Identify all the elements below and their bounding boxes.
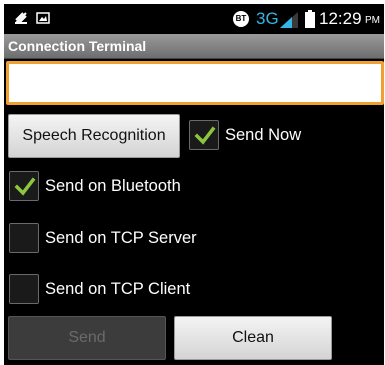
send-now-checkbox[interactable]: [189, 120, 219, 150]
send-on-tcp-client-checkbox[interactable]: [9, 274, 39, 304]
send-button[interactable]: Send: [8, 316, 166, 360]
send-on-tcp-client-label: Send on TCP Client: [45, 280, 191, 298]
bt-icon: BT: [233, 11, 249, 27]
network-type: 3G: [256, 9, 279, 28]
phone-screen: BT 3G 12:29 PM Connection Terminal Speec…: [4, 4, 384, 365]
signal-icon: [280, 12, 298, 33]
speech-recognition-button[interactable]: Speech Recognition: [8, 114, 180, 158]
send-on-tcp-server-label: Send on TCP Server: [45, 229, 197, 247]
checkmark-icon: [194, 126, 216, 145]
battery-icon: [305, 10, 315, 33]
message-input[interactable]: [6, 61, 384, 105]
title-bar: Connection Terminal: [4, 34, 384, 59]
checkmark-icon: [14, 177, 36, 196]
status-bar: BT 3G 12:29 PM: [4, 4, 384, 34]
app-title: Connection Terminal: [8, 38, 147, 54]
status-time: 12:29: [319, 9, 362, 28]
status-ampm: PM: [365, 15, 380, 26]
clean-button[interactable]: Clean: [174, 316, 332, 360]
usb-icon: [14, 11, 28, 25]
image-icon: [36, 11, 50, 25]
send-now-label: Send Now: [225, 126, 302, 144]
send-on-bluetooth-checkbox[interactable]: [9, 171, 39, 201]
send-on-bluetooth-label: Send on Bluetooth: [45, 177, 181, 195]
send-on-tcp-server-checkbox[interactable]: [9, 223, 39, 253]
